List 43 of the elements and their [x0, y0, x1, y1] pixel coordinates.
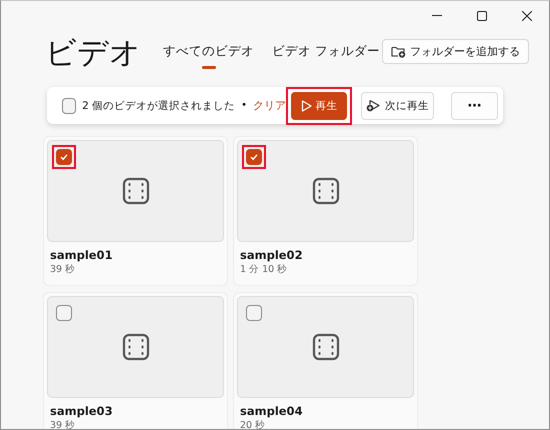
film-icon [122, 333, 150, 361]
video-thumbnail[interactable] [47, 296, 224, 398]
add-folder-button[interactable]: フォルダーを追加する [382, 39, 529, 64]
checkbox[interactable] [56, 149, 72, 165]
clear-link[interactable]: クリア [253, 98, 286, 113]
maximize-icon[interactable] [476, 11, 486, 21]
folder-add-icon [390, 45, 406, 58]
checkbox[interactable] [62, 98, 76, 114]
checkmark-icon [59, 152, 69, 162]
video-thumbnail[interactable] [47, 140, 224, 242]
video-title: sample02 [240, 248, 304, 262]
selection-message: 2 個のビデオが選択されました [82, 98, 236, 112]
play-next-button[interactable]: 次に再生 [361, 92, 434, 120]
close-icon[interactable] [522, 11, 532, 21]
video-title: sample04 [240, 404, 304, 418]
minimize-icon[interactable] [432, 15, 442, 17]
video-title: sample01 [50, 248, 114, 262]
film-icon [312, 177, 340, 205]
tab[interactable]: ビデオ フォルダー [270, 41, 382, 69]
play-next-icon [366, 99, 381, 112]
video-thumbnail[interactable] [237, 140, 414, 242]
video-duration: 39 秒 [50, 419, 76, 429]
tab[interactable]: すべてのビデオ [161, 41, 256, 69]
video-duration: 20 秒 [240, 419, 266, 429]
video-duration: 1 分 10 秒 [240, 263, 288, 276]
video-card[interactable]: sample02 1 分 10 秒 [233, 136, 418, 286]
checkbox[interactable] [56, 305, 72, 321]
video-thumbnail[interactable] [237, 296, 414, 398]
checkbox[interactable] [246, 149, 262, 165]
video-card[interactable]: sample01 39 秒 [43, 136, 228, 286]
checkmark-icon [249, 152, 259, 162]
video-duration: 39 秒 [50, 263, 76, 276]
checkbox[interactable] [246, 305, 262, 321]
play-icon [300, 100, 312, 112]
film-icon [312, 333, 340, 361]
play-button[interactable]: 再生 [291, 92, 347, 120]
more-button[interactable]: ⋯ [451, 92, 498, 120]
video-card[interactable]: sample04 20 秒 [233, 292, 418, 429]
video-title: sample03 [50, 404, 114, 418]
video-card[interactable]: sample03 39 秒 [43, 292, 228, 429]
page-title: ビデオ [45, 34, 141, 73]
film-icon [122, 177, 150, 205]
separator-dot: • [241, 100, 247, 111]
